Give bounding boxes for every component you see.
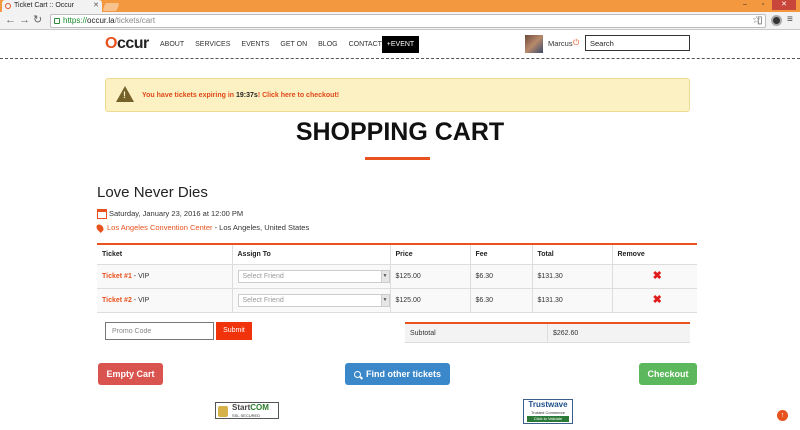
scroll-to-top-icon[interactable]: ↑	[777, 410, 788, 421]
col-assign-to: Assign To	[232, 244, 391, 265]
map-pin-icon	[95, 223, 105, 233]
minimize-icon[interactable]: –	[736, 0, 754, 10]
find-other-tickets-button[interactable]: Find other tickets	[345, 363, 450, 385]
extension-circle-icon[interactable]	[771, 15, 782, 26]
assign-cell: Select Friend ▼	[232, 264, 391, 289]
warning-icon	[116, 86, 134, 102]
expiry-time: 19:37s	[236, 92, 258, 99]
avatar[interactable]	[525, 35, 543, 53]
forward-arrow-icon[interactable]: →	[19, 14, 30, 27]
occur-logo[interactable]: Occur	[105, 35, 149, 53]
remove-x-icon[interactable]: ✖	[652, 294, 662, 306]
col-remove: Remove	[612, 244, 697, 265]
remove-x-icon[interactable]: ✖	[652, 270, 662, 282]
remove-cell: ✖	[612, 288, 697, 313]
empty-cart-button[interactable]: Empty Cart	[98, 363, 163, 385]
table-header-row: Ticket Assign To Price Fee Total Remove	[97, 244, 697, 265]
padlock-icon	[218, 406, 228, 417]
expiry-alert[interactable]: You have tickets expiring in 19:37s! Cli…	[105, 78, 690, 112]
ticket-cell: Ticket #1 - VIP	[97, 264, 233, 289]
event-date: Saturday, January 23, 2016 at 12:00 PM	[97, 209, 243, 220]
chevron-down-icon: ▼	[380, 270, 389, 282]
nav-services[interactable]: SERVICES	[195, 41, 230, 48]
ticket-link[interactable]: Ticket #2	[102, 297, 132, 304]
remove-cell: ✖	[612, 264, 697, 289]
logout-power-icon[interactable]: ⏻	[573, 38, 579, 48]
fee-cell: $6.30	[470, 288, 533, 313]
startcom-ssl-badge[interactable]: StartCOM SSL SECURED	[215, 402, 279, 419]
maximize-icon[interactable]: ▫	[754, 0, 772, 10]
url-host: occur.la	[87, 16, 115, 25]
tab-close-icon[interactable]: ✕	[93, 0, 99, 12]
subtotal-label: Subtotal	[410, 330, 436, 337]
menu-icon[interactable]: ≡	[787, 14, 793, 25]
nav-blog[interactable]: BLOG	[318, 41, 337, 48]
address-bar[interactable]: https://occur.la/tickets/cart ☆	[50, 14, 766, 28]
main-nav: ABOUT SERVICES EVENTS GET ON BLOG CONTAC…	[160, 41, 382, 48]
price-cell: $125.00	[390, 264, 471, 289]
fee-cell: $6.30	[470, 264, 533, 289]
url-path: /tickets/cart	[114, 16, 156, 25]
alert-text[interactable]: You have tickets expiring in 19:37s! Cli…	[142, 92, 339, 99]
nav-events[interactable]: EVENTS	[241, 41, 269, 48]
browser-toolbar: ← → ↻ https://occur.la/tickets/cart ☆ ▯ …	[0, 12, 800, 30]
search-input[interactable]	[585, 35, 690, 51]
back-arrow-icon[interactable]: ←	[5, 14, 16, 27]
col-total: Total	[532, 244, 613, 265]
occur-favicon-icon	[5, 3, 11, 9]
reload-icon[interactable]: ↻	[33, 14, 42, 27]
price-cell: $125.00	[390, 288, 471, 313]
ticket-link[interactable]: Ticket #1	[102, 273, 132, 280]
ticket-cell: Ticket #2 - VIP	[97, 288, 233, 313]
total-cell: $131.30	[532, 264, 613, 289]
page-title: SHOPPING CART	[295, 118, 505, 146]
browser-tab-strip: Ticket Cart :: Occur ✕ – ▫ ✕	[0, 0, 800, 12]
browser-tab[interactable]: Ticket Cart :: Occur ✕	[2, 0, 102, 12]
event-venue: Los Angeles Convention Center - Los Ange…	[95, 223, 309, 233]
tab-title: Ticket Cart :: Occur	[14, 2, 75, 9]
chevron-down-icon: ▼	[380, 294, 389, 306]
select-friend-dropdown[interactable]: Select Friend ▼	[237, 269, 390, 283]
url-scheme: https://	[63, 16, 88, 25]
subtotal-box: Subtotal $262.60	[405, 322, 690, 343]
nav-contact[interactable]: CONTACT	[349, 41, 382, 48]
subtotal-value: $262.60	[553, 330, 579, 337]
table-row: Ticket #1 - VIP Select Friend ▼ $125.00 $…	[97, 264, 697, 289]
col-fee: Fee	[470, 244, 533, 265]
calendar-icon	[97, 209, 107, 220]
col-price: Price	[390, 244, 471, 265]
trustwave-badge[interactable]: Trustwave Trusted Commerce Click to Vali…	[523, 399, 573, 424]
checkout-button[interactable]: Checkout	[639, 363, 697, 385]
event-name: Love Never Dies	[97, 184, 208, 201]
window-controls: – ▫ ✕	[736, 0, 796, 10]
nav-get-on[interactable]: GET ON	[280, 41, 307, 48]
new-tab-button[interactable]	[102, 3, 120, 11]
title-divider	[365, 157, 430, 160]
promo-submit-button[interactable]: Submit	[216, 322, 252, 340]
extension-page-icon[interactable]: ▯	[757, 15, 763, 26]
select-friend-dropdown[interactable]: Select Friend ▼	[237, 293, 390, 307]
subtotal-divider	[547, 324, 548, 343]
venue-link[interactable]: Los Angeles Convention Center	[107, 223, 213, 232]
site-header: Occur ABOUT SERVICES EVENTS GET ON BLOG …	[0, 30, 800, 59]
total-cell: $131.30	[532, 288, 613, 313]
col-ticket: Ticket	[97, 244, 233, 265]
lock-icon	[54, 18, 60, 24]
promo-code-input[interactable]	[105, 322, 214, 340]
table-row: Ticket #2 - VIP Select Friend ▼ $125.00 $…	[97, 288, 697, 313]
window-close-icon[interactable]: ✕	[772, 0, 796, 10]
nav-about[interactable]: ABOUT	[160, 41, 184, 48]
search-icon	[353, 371, 361, 378]
cart-table: Ticket Assign To Price Fee Total Remove …	[97, 243, 697, 313]
assign-cell: Select Friend ▼	[232, 288, 391, 313]
add-event-button[interactable]: +EVENT	[382, 36, 419, 53]
username[interactable]: Marcus	[548, 39, 573, 48]
